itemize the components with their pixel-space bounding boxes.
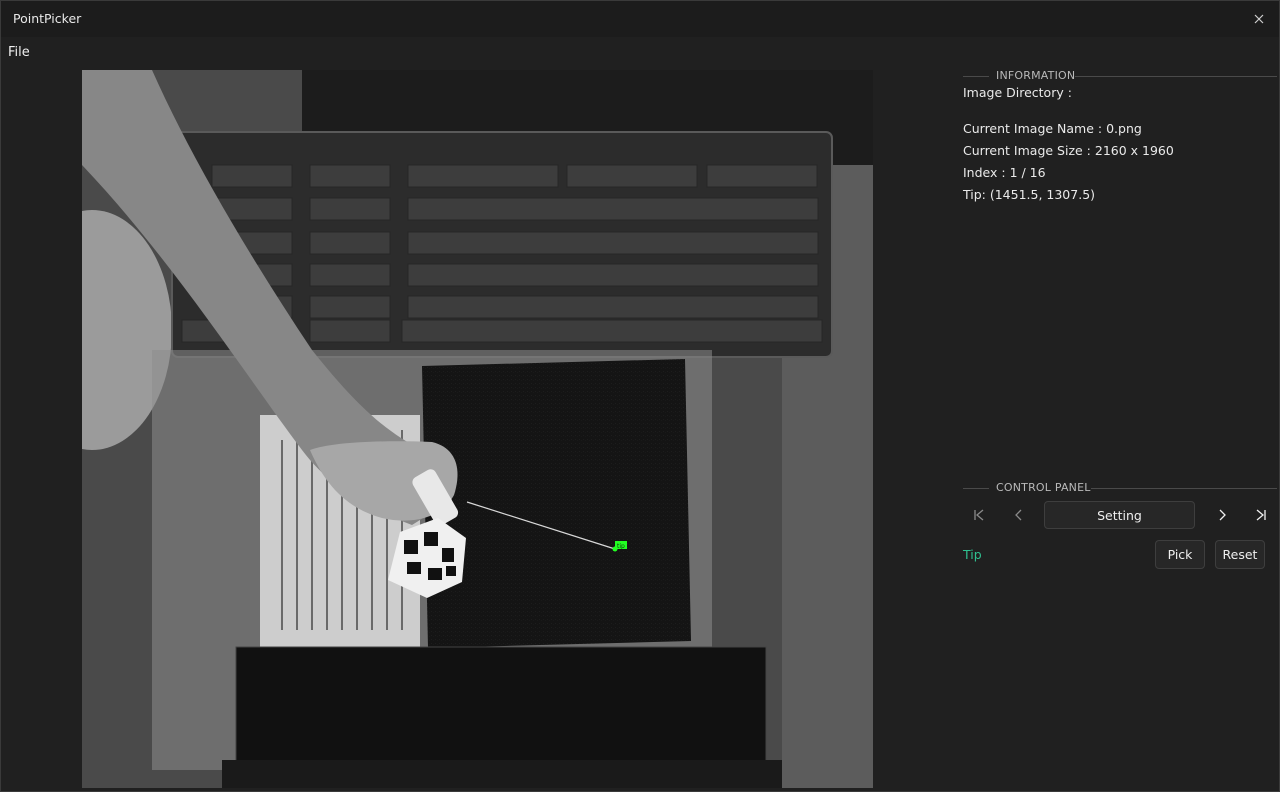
image-canvas[interactable]: tip [82, 70, 873, 788]
tip-label: Tip [963, 547, 982, 562]
skip-last-icon [1256, 509, 1266, 521]
menu-bar: File [1, 37, 1279, 69]
photo-felt-board [422, 359, 691, 648]
last-image-button[interactable] [1248, 502, 1274, 528]
pick-button[interactable]: Pick [1155, 540, 1205, 569]
information-group-title: INFORMATION [963, 67, 1277, 83]
app-window: PointPicker File tip INFORMATION Image D… [0, 0, 1280, 792]
skip-first-icon [974, 509, 984, 521]
control-panel-group-title: CONTROL PANEL [963, 479, 1277, 495]
next-image-button[interactable] [1209, 502, 1235, 528]
title-bar: PointPicker [1, 1, 1279, 37]
chevron-left-icon [1015, 509, 1022, 521]
current-image-size: Current Image Size : 2160 x 1960 [963, 143, 1174, 158]
window-title: PointPicker [13, 11, 82, 26]
image-index: Index : 1 / 16 [963, 165, 1046, 180]
image-directory-label: Image Directory : [963, 85, 1072, 100]
close-button[interactable] [1247, 7, 1271, 31]
information-title: INFORMATION [996, 69, 1076, 82]
photo-lower-bar [222, 760, 782, 788]
reset-button[interactable]: Reset [1215, 540, 1265, 569]
chevron-right-icon [1219, 509, 1226, 521]
control-panel-title: CONTROL PANEL [996, 481, 1091, 494]
close-icon [1254, 14, 1264, 24]
tip-coordinates: Tip: (1451.5, 1307.5) [963, 187, 1096, 202]
menu-file[interactable]: File [8, 45, 30, 60]
setting-button[interactable]: Setting [1044, 501, 1195, 529]
image-viewer[interactable]: tip [82, 70, 873, 788]
previous-image-button[interactable] [1006, 502, 1032, 528]
first-image-button[interactable] [966, 502, 992, 528]
current-image-name: Current Image Name : 0.png [963, 121, 1142, 136]
tip-marker-label: tip [617, 543, 625, 550]
